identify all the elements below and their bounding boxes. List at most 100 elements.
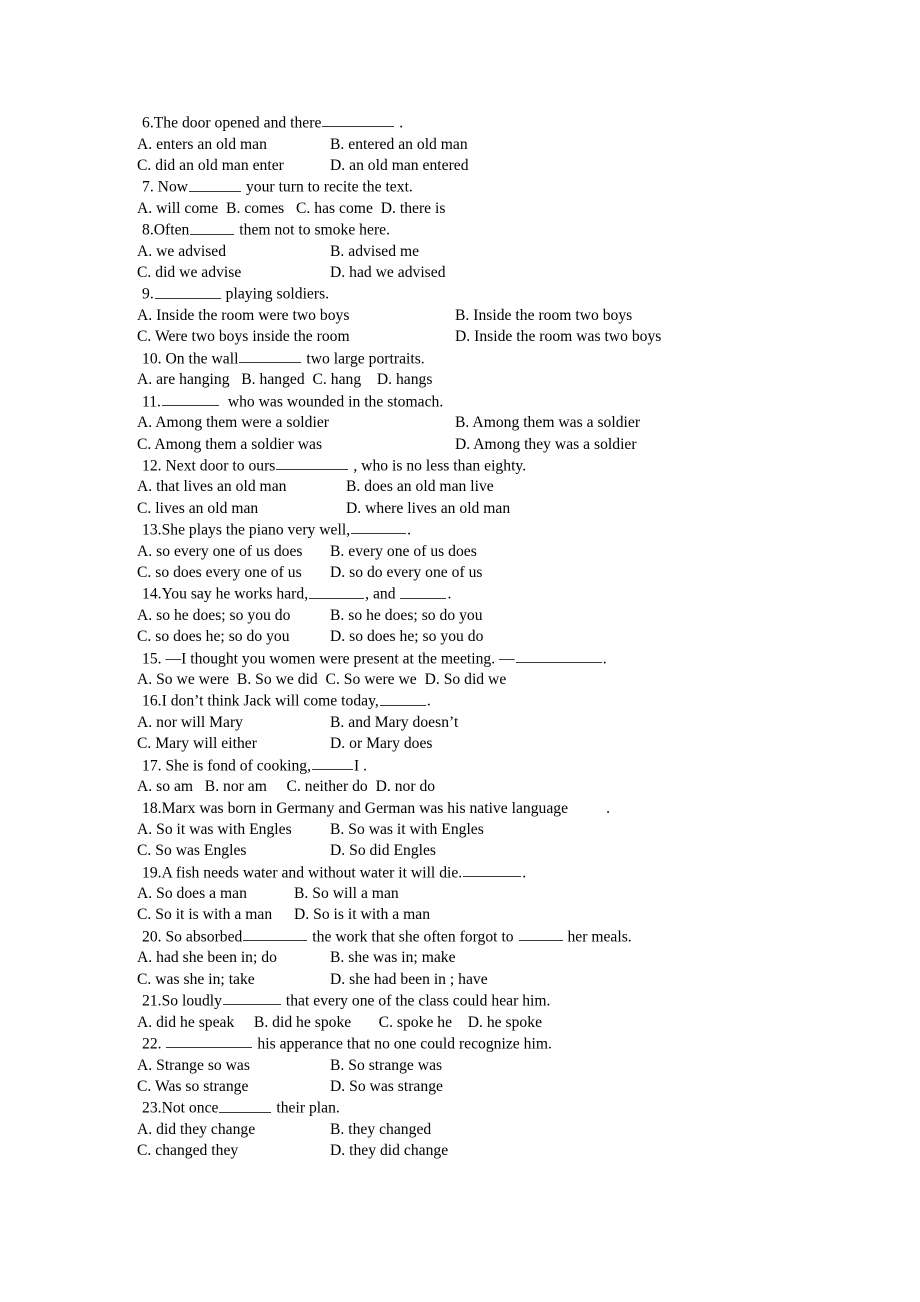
option-d[interactable]: D. an old man entered (330, 157, 469, 174)
option-key: D. (330, 1077, 350, 1095)
option-text: So it was with Engles (156, 820, 292, 838)
question-text-before: She is fond of cooking, (161, 757, 312, 775)
option-c[interactable]: C. was she in; take (137, 971, 255, 988)
option-b[interactable]: B. every one of us does (330, 543, 477, 560)
answer-blank[interactable] (222, 990, 281, 1006)
option-c[interactable]: C. did we advise (137, 264, 241, 281)
option-b[interactable]: B. and Mary doesn’t (330, 714, 458, 731)
option-a[interactable]: A. enters an old man (137, 136, 267, 153)
option-d[interactable]: D. or Mary does (330, 735, 433, 752)
option-b[interactable]: B. Inside the room two boys (455, 307, 632, 324)
question-number: 17. (142, 757, 162, 775)
question-text-after: . (407, 521, 412, 539)
question-text-before: Marx was born in Germany and German was … (161, 799, 569, 817)
option-b[interactable]: B. entered an old man (330, 136, 468, 153)
option-c[interactable]: C. so does every one of us (137, 564, 302, 581)
option-c[interactable]: C. lives an old man (137, 500, 258, 517)
question-text-after: their plan. (272, 1099, 340, 1117)
answer-blank[interactable] (309, 583, 365, 599)
option-a[interactable]: A. that lives an old man (137, 478, 286, 495)
option-c[interactable]: C. Among them a soldier was (137, 436, 322, 453)
option-row: A. enters an old man B. entered an old ma… (137, 134, 877, 155)
option-d[interactable]: D. So did Engles (330, 842, 436, 859)
question-stem: 6.The door opened and there . (137, 112, 877, 134)
option-a[interactable]: A. so he does; so you do (137, 607, 290, 624)
answer-blank[interactable] (154, 283, 221, 299)
option-b[interactable]: B. does an old man live (346, 478, 494, 495)
option-d[interactable]: D. had we advised (330, 264, 446, 281)
option-c[interactable]: C. Was so strange (137, 1078, 248, 1095)
option-a[interactable]: A. Among them were a soldier (137, 414, 329, 431)
answer-blank[interactable] (161, 391, 219, 406)
option-a[interactable]: A. So does a man (137, 885, 247, 902)
option-key: B. (346, 478, 365, 496)
option-d[interactable]: D. Among they was a soldier (455, 436, 637, 453)
option-text: she was in; make (348, 949, 456, 967)
answer-blank[interactable] (276, 455, 349, 471)
answer-blank-2[interactable] (518, 926, 563, 942)
option-d[interactable]: D. so does he; so you do (330, 628, 483, 645)
option-key: A. (137, 820, 157, 838)
option-c[interactable]: C. did an old man enter (137, 157, 284, 174)
option-a[interactable]: A. Strange so was (137, 1057, 250, 1074)
option-d[interactable]: D. So was strange (330, 1078, 443, 1095)
option-row: A. so every one of us does B. every one o… (137, 541, 877, 562)
option-a[interactable]: A. So it was with Engles (137, 821, 292, 838)
question-number: 22. (142, 1035, 162, 1053)
option-c[interactable]: C. So was Engles (137, 842, 246, 859)
option-b[interactable]: B. So strange was (330, 1057, 442, 1074)
question-text-after: . (447, 585, 452, 603)
option-b[interactable]: B. So was it with Engles (330, 821, 484, 838)
question-text-before: On the wall (161, 349, 239, 367)
answer-blank[interactable] (219, 1097, 272, 1113)
option-key: B. (330, 135, 349, 153)
option-a[interactable]: A. so every one of us does (137, 543, 303, 560)
answer-blank[interactable] (166, 1033, 253, 1049)
option-b[interactable]: B. so he does; so do you (330, 607, 483, 624)
option-d[interactable]: D. where lives an old man (346, 500, 510, 517)
option-d[interactable]: D. she had been in ; have (330, 971, 488, 988)
question-stem: 9. playing soldiers. (137, 283, 877, 305)
option-a[interactable]: A. had she been in; do (137, 949, 277, 966)
question-stem: 16.I don’t think Jack will come today,. (137, 690, 877, 712)
answer-blank[interactable] (239, 348, 302, 363)
option-b[interactable]: B. Among them was a soldier (455, 414, 640, 431)
option-b[interactable]: B. they changed (330, 1121, 431, 1138)
question-text-before: I don’t think Jack will come today, (161, 692, 379, 710)
answer-blank-2[interactable] (400, 583, 447, 599)
option-text: So was Engles (155, 842, 247, 860)
option-b[interactable]: B. So will a man (294, 885, 399, 902)
option-a[interactable]: A. we advised (137, 243, 226, 260)
option-c[interactable]: C. Mary will either (137, 735, 257, 752)
answer-blank[interactable] (243, 926, 308, 942)
question-stem: 10. On the wall two large portraits. (137, 348, 877, 370)
answer-blank[interactable] (322, 112, 395, 128)
option-text: So did Engles (349, 842, 437, 860)
option-d[interactable]: D. they did change (330, 1142, 448, 1159)
answer-blank[interactable] (379, 690, 426, 706)
option-a[interactable]: A. Inside the room were two boys (137, 307, 349, 324)
answer-blank[interactable] (351, 519, 407, 535)
option-d[interactable]: D. so do every one of us (330, 564, 483, 581)
option-text: Among them were a soldier (155, 414, 329, 432)
option-row: A. so am B. nor am C. neither do D. nor … (137, 776, 877, 797)
option-c[interactable]: C. So it is with a man (137, 906, 272, 923)
answer-blank[interactable] (515, 648, 602, 663)
option-c[interactable]: C. so does he; so do you (137, 628, 290, 645)
answer-blank[interactable] (189, 176, 242, 192)
option-b[interactable]: B. advised me (330, 243, 419, 260)
answer-blank[interactable] (312, 755, 354, 771)
question-stem: 13.She plays the piano very well,. (137, 519, 877, 541)
answer-blank[interactable] (190, 219, 235, 235)
answer-blank[interactable] (463, 862, 522, 877)
option-text: lives an old man (155, 499, 259, 517)
option-a[interactable]: A. did they change (137, 1121, 255, 1138)
option-text: had we advised (349, 264, 446, 282)
option-d[interactable]: D. Inside the room was two boys (455, 328, 661, 345)
option-b[interactable]: B. she was in; make (330, 949, 456, 966)
option-a[interactable]: A. nor will Mary (137, 714, 243, 731)
option-c[interactable]: C. Were two boys inside the room (137, 328, 350, 345)
question-text-before: The door opened and there (153, 114, 322, 132)
option-c[interactable]: C. changed they (137, 1142, 238, 1159)
option-d[interactable]: D. So is it with a man (294, 906, 430, 923)
